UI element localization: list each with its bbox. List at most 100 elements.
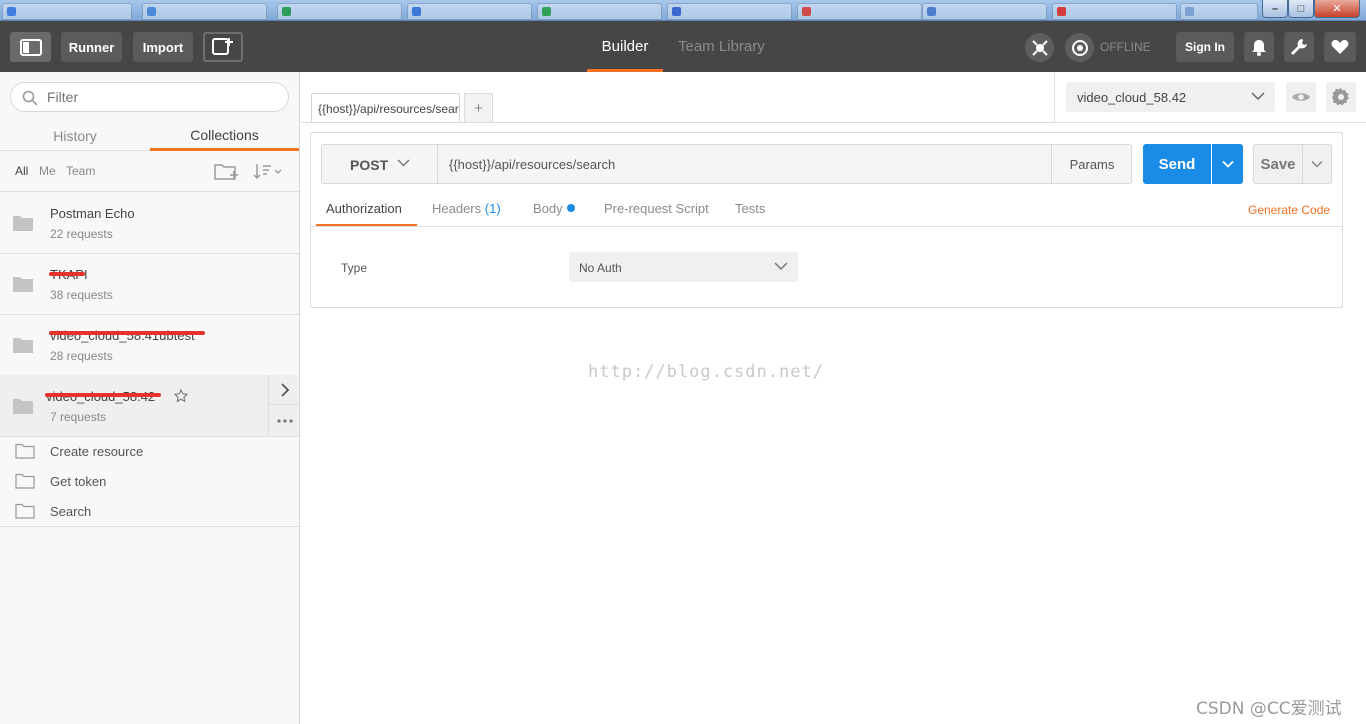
tab-history[interactable]: History: [0, 122, 150, 151]
chevron-down-icon: [1251, 92, 1265, 101]
browser-tab[interactable]: [797, 3, 922, 20]
request-label: Create resource: [50, 444, 144, 459]
browser-tab[interactable]: [1180, 3, 1258, 20]
send-options-button[interactable]: [1212, 144, 1243, 184]
request-get-token[interactable]: Get token: [0, 466, 299, 496]
environment-value: video_cloud_58.42: [1077, 90, 1187, 105]
redaction-mark: [49, 272, 85, 276]
tab-body-label: Body: [533, 201, 563, 216]
minimize-button[interactable]: –: [1262, 0, 1288, 18]
satellite-icon: [1031, 39, 1048, 56]
collection-postman-echo[interactable]: Postman Echo 22 requests: [0, 192, 299, 253]
request-create-resource[interactable]: Create resource: [0, 436, 299, 466]
browser-tab[interactable]: [1052, 3, 1177, 20]
tab-body[interactable]: Body: [533, 201, 575, 216]
sort-button[interactable]: [253, 161, 283, 184]
close-window-button[interactable]: ✕: [1314, 0, 1360, 18]
auth-type-select[interactable]: No Auth: [569, 252, 798, 282]
browser-tab[interactable]: [537, 3, 662, 20]
tab-authorization[interactable]: Authorization: [326, 201, 402, 216]
request-label: Get token: [50, 474, 107, 489]
settings-button[interactable]: [1284, 32, 1314, 62]
sign-in-button[interactable]: Sign In: [1176, 32, 1234, 62]
method-value: POST: [350, 157, 389, 173]
offline-status-label: OFFLINE: [1100, 40, 1151, 54]
tab-favicon-icon: [1185, 7, 1194, 16]
tab-favicon-icon: [927, 7, 936, 16]
toggle-sidebar-button[interactable]: [10, 32, 51, 62]
url-input[interactable]: {{host}}/api/resources/search: [439, 145, 1051, 183]
divider: [0, 526, 299, 527]
scope-team[interactable]: Team: [66, 164, 95, 178]
redaction-mark: [45, 393, 161, 397]
tab-favicon-icon: [1057, 7, 1066, 16]
auth-type-value: No Auth: [579, 261, 622, 275]
new-tab-button[interactable]: [203, 32, 243, 62]
chevron-down-icon: [1311, 160, 1323, 168]
scope-all[interactable]: All: [15, 164, 28, 178]
browser-tab[interactable]: [277, 3, 402, 20]
collection-video-cloud-test[interactable]: video_cloud_58.41ubtest 28 requests: [0, 314, 299, 375]
chevron-down-icon: [774, 262, 788, 271]
environment-select[interactable]: video_cloud_58.42: [1066, 82, 1275, 112]
manage-environments-button[interactable]: [1326, 82, 1356, 112]
generate-code-link[interactable]: Generate Code: [1248, 203, 1330, 217]
tab-headers[interactable]: Headers (1): [432, 201, 501, 216]
add-tab-button[interactable]: +: [464, 93, 493, 123]
collection-request-count: 7 requests: [50, 410, 107, 424]
divider: [301, 122, 1054, 123]
browser-tab[interactable]: [922, 3, 1047, 20]
headers-count: (1): [484, 201, 501, 216]
interceptor-button[interactable]: [1025, 33, 1054, 62]
maximize-button[interactable]: □: [1288, 0, 1314, 18]
auth-type-label: Type: [341, 261, 368, 275]
folder-outline-icon: [15, 443, 35, 459]
tab-team-library[interactable]: Team Library: [678, 21, 765, 72]
browser-tab[interactable]: [142, 3, 267, 20]
send-button[interactable]: Send: [1143, 144, 1211, 184]
runner-button[interactable]: Runner: [61, 32, 122, 62]
tab-pre-request-script[interactable]: Pre-request Script: [604, 201, 709, 216]
method-select[interactable]: POST: [322, 145, 438, 183]
save-options-button[interactable]: [1302, 144, 1332, 184]
star-icon[interactable]: [174, 389, 188, 403]
favorite-button[interactable]: [1324, 32, 1356, 62]
tab-builder[interactable]: Builder: [587, 21, 663, 72]
folder-icon: [13, 277, 33, 292]
params-button[interactable]: Params: [1051, 145, 1132, 183]
url-bar: POST {{host}}/api/resources/search Param…: [321, 144, 1132, 184]
browser-tab[interactable]: [407, 3, 532, 20]
heart-icon: [1331, 40, 1349, 54]
save-button[interactable]: Save: [1253, 144, 1303, 184]
browser-tab[interactable]: [667, 3, 792, 20]
collection-actions: [268, 375, 300, 436]
new-collection-button[interactable]: [214, 161, 240, 184]
tab-favicon-icon: [7, 7, 16, 16]
import-button[interactable]: Import: [133, 32, 193, 62]
body-indicator-dot: [566, 204, 575, 212]
environment-quick-look-button[interactable]: [1286, 82, 1316, 112]
chevron-down-icon: [1221, 160, 1234, 168]
chevron-down-icon: [397, 159, 410, 167]
tab-headers-label: Headers: [432, 201, 482, 216]
sync-status-button[interactable]: [1065, 33, 1094, 62]
sidebar-icon: [19, 38, 42, 56]
request-tab[interactable]: {{host}}/api/resources/search: [311, 93, 460, 123]
collection-video-cloud[interactable]: video_cloud_58.42 7 requests: [0, 375, 300, 436]
collection-tkapi[interactable]: TKAPI 38 requests: [0, 253, 299, 314]
expand-collection-button[interactable]: [269, 375, 300, 405]
search-icon: [22, 90, 38, 106]
folder-outline-icon: [15, 503, 35, 519]
scope-me[interactable]: Me: [39, 164, 56, 178]
csdn-watermark: CSDN @CC爱测试: [1196, 699, 1342, 719]
filter-box[interactable]: [10, 82, 289, 112]
request-search[interactable]: Search: [0, 496, 299, 526]
notifications-button[interactable]: [1244, 32, 1274, 62]
browser-tab[interactable]: [2, 3, 132, 20]
tab-collections[interactable]: Collections: [150, 122, 299, 151]
collection-name: Postman Echo: [50, 206, 135, 221]
filter-input[interactable]: [47, 89, 277, 105]
collection-more-button[interactable]: [269, 406, 300, 436]
tab-tests[interactable]: Tests: [735, 201, 765, 216]
app-header: Runner Import Builder Team Library OFFLI…: [0, 21, 1366, 72]
